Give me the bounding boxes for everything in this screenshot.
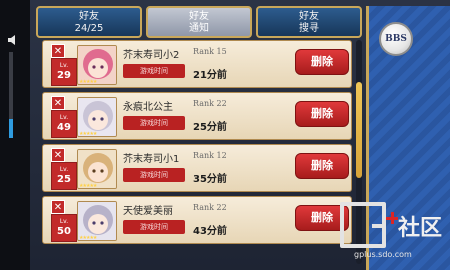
- tab-label: 好友: [79, 11, 99, 22]
- last-active-time: 21分前: [193, 70, 227, 81]
- friend-rank: Rank 22: [193, 203, 227, 212]
- friend-row: ✕ Lv. 29 ★★★★★ 芥末寿司小2 Rank 15 游戏时间 21分前 …: [42, 40, 352, 88]
- last-active-time: 43分前: [193, 226, 227, 237]
- remove-x-icon[interactable]: ✕: [51, 200, 65, 214]
- level-prefix: Lv.: [59, 114, 69, 121]
- volume-fill: [9, 119, 13, 138]
- rarity-stars: ★★★★★: [79, 131, 97, 137]
- last-active-time: 25分前: [193, 122, 227, 133]
- remove-x-icon[interactable]: ✕: [51, 148, 65, 162]
- friend-rank: Rank 22: [193, 99, 227, 108]
- level-badge: Lv. 29: [51, 58, 77, 86]
- level-value: 25: [57, 174, 71, 185]
- tab-friend-notifications[interactable]: 好友 通知: [146, 6, 252, 38]
- tab-sublabel: 24/25: [74, 23, 104, 34]
- tab-friends-count[interactable]: 好友 24/25: [36, 6, 142, 38]
- watermark-logo: 社区 gplus.sdo.com: [334, 200, 450, 264]
- friend-name: 天使爱美丽: [123, 206, 173, 217]
- level-value: 49: [57, 122, 71, 133]
- speaker-icon[interactable]: [7, 34, 19, 46]
- level-value: 29: [57, 70, 71, 81]
- tab-sublabel: 通知: [189, 23, 209, 34]
- friend-list: ✕ Lv. 29 ★★★★★ 芥末寿司小2 Rank 15 游戏时间 21分前 …: [42, 40, 352, 270]
- watermark-site: gplus.sdo.com: [354, 250, 412, 259]
- remove-x-icon[interactable]: ✕: [51, 96, 65, 110]
- friend-name: 永痕北公主: [123, 102, 173, 113]
- remove-x-icon[interactable]: ✕: [51, 44, 65, 58]
- level-value: 50: [57, 226, 71, 237]
- rarity-stars: ★★★★★: [79, 79, 97, 85]
- status-pill: 游戏时间: [123, 116, 185, 130]
- scrollbar-thumb[interactable]: [356, 82, 362, 178]
- bbs-button[interactable]: BBS: [379, 22, 413, 56]
- watermark-brand: 社区: [398, 216, 443, 241]
- tab-friend-search[interactable]: 好友 搜寻: [256, 6, 362, 38]
- volume-slider[interactable]: [9, 52, 13, 138]
- tab-label: 好友: [299, 11, 319, 22]
- status-pill: 游戏时间: [123, 220, 185, 234]
- delete-button[interactable]: 删除: [295, 49, 349, 75]
- delete-button[interactable]: 删除: [295, 101, 349, 127]
- friend-name: 芥末寿司小1: [123, 154, 180, 165]
- level-badge: Lv. 49: [51, 110, 77, 138]
- logo-plus-mark: [386, 212, 398, 224]
- logo-g-mark: [340, 202, 386, 248]
- level-badge: Lv. 25: [51, 162, 77, 190]
- level-prefix: Lv.: [59, 166, 69, 173]
- rarity-stars: ★★★★★: [79, 235, 97, 241]
- tab-label: 好友: [189, 11, 209, 22]
- level-prefix: Lv.: [59, 62, 69, 69]
- tab-sublabel: 搜寻: [299, 23, 319, 34]
- delete-button[interactable]: 删除: [295, 153, 349, 179]
- last-active-time: 35分前: [193, 174, 227, 185]
- friend-name: 芥末寿司小2: [123, 50, 180, 61]
- friend-row: ✕ Lv. 49 ★★★★★ 永痕北公主 Rank 22 游戏时间 25分前 删…: [42, 92, 352, 140]
- friend-tabs: 好友 24/25 好友 通知 好友 搜寻: [36, 6, 362, 38]
- level-badge: Lv. 50: [51, 214, 77, 242]
- friend-rank: Rank 15: [193, 47, 227, 56]
- friend-rank: Rank 12: [193, 151, 227, 160]
- level-prefix: Lv.: [59, 218, 69, 225]
- friend-row: ✕ Lv. 25 ★★★★★ 芥末寿司小1 Rank 12 游戏时间 35分前 …: [42, 144, 352, 192]
- volume-strip: [0, 0, 30, 270]
- status-pill: 游戏时间: [123, 168, 185, 182]
- status-pill: 游戏时间: [123, 64, 185, 78]
- rarity-stars: ★★★★★: [79, 183, 97, 189]
- friend-row: ✕ Lv. 50 ★★★★★ 天使爱美丽 Rank 22 游戏时间 43分前 删…: [42, 196, 352, 244]
